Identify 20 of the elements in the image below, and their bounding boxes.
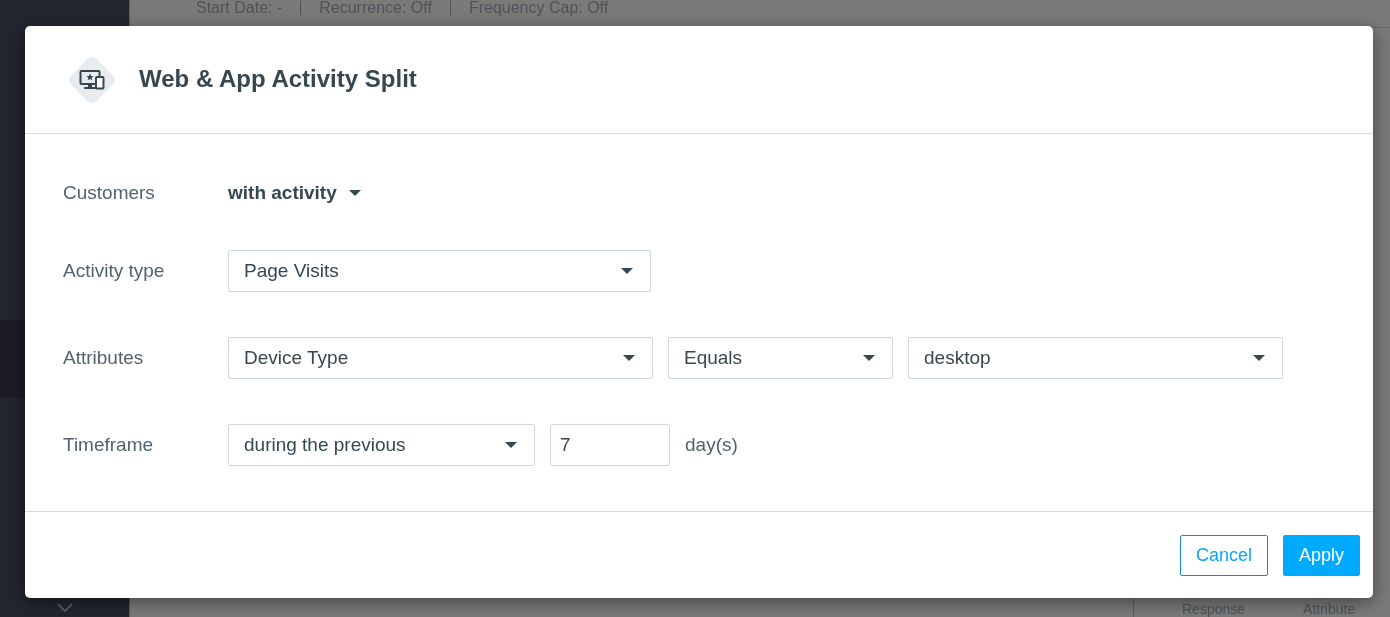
caret-icon (621, 268, 633, 274)
dialog-title: Web & App Activity Split (139, 65, 417, 94)
menu-toggle[interactable]: with activity (228, 178, 361, 208)
caret-icon (505, 442, 517, 448)
caret-icon (623, 355, 635, 361)
caret-icon (863, 355, 875, 361)
caret-icon (1253, 355, 1265, 361)
caret-icon (348, 190, 361, 196)
unit-label: day(s) (685, 432, 738, 457)
field-label: Timeframe (63, 432, 155, 457)
field-label: Customers (63, 180, 156, 205)
number-field[interactable]: 7 (550, 424, 670, 466)
dropdown-field[interactable]: Device Type (228, 337, 653, 379)
dropdown-field[interactable]: during the previous (228, 424, 535, 466)
chevron-down-icon[interactable] (56, 603, 73, 612)
dropdown-field[interactable]: Equals (668, 337, 893, 379)
dropdown-field[interactable]: Page Visits (228, 250, 651, 292)
field-label: Activity type (63, 258, 166, 283)
dropdown-field[interactable]: desktop (908, 337, 1283, 379)
field-label: Attributes (63, 345, 145, 370)
